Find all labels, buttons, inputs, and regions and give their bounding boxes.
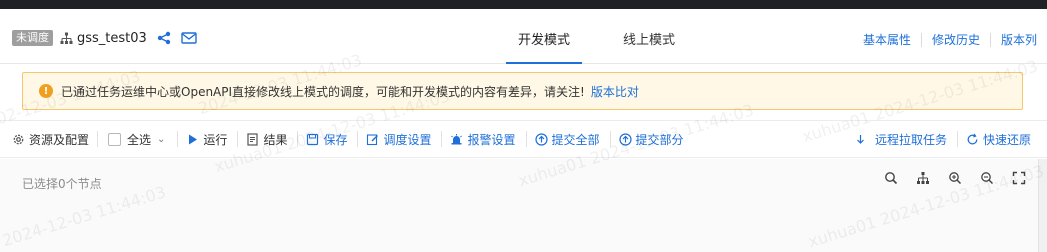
select-all-checkbox[interactable] [108,132,122,146]
save-button[interactable]: 保存 [306,131,347,148]
alarm-settings-label: 报警设置 [467,132,516,147]
share-icon[interactable] [157,31,171,45]
schedule-status-badge: 未调度 [12,30,53,46]
schedule-settings-button[interactable]: 调度设置 [366,131,431,148]
restore-icon [966,133,979,146]
version-list-link[interactable]: 版本列 [991,31,1047,48]
resource-config-button[interactable]: 资源及配置 [12,131,89,148]
upload-circle-icon [534,132,548,146]
selection-count: 已选择0个节点 [22,177,102,191]
canvas-toolbar [884,171,1044,185]
mail-icon[interactable] [181,31,197,45]
edit-icon [366,133,379,146]
save-label: 保存 [323,132,348,147]
chevron-down-icon: ⌄ [157,133,166,145]
quick-restore-button[interactable]: 快速还原 [966,131,1031,148]
divider [357,131,359,147]
divider [177,131,179,147]
divider [297,131,299,147]
remote-pull-button[interactable]: 远程拉取任务 [854,131,947,148]
divider [609,131,611,147]
submit-part-button[interactable]: 提交部分 [618,131,684,148]
divider [441,131,443,147]
select-all-label: 全选 [127,132,152,147]
tree-layout-icon[interactable] [916,171,930,185]
dag-canvas[interactable]: 已选择0个节点 [0,159,1047,252]
editor-toolbar: 资源及配置 全选 ⌄ 运行 结果 保存 调度设置 报警设置 提交全部 提交部分 … [0,120,1047,158]
zoom-in-icon[interactable] [948,171,962,185]
submit-all-label: 提交全部 [551,132,600,147]
submit-part-label: 提交部分 [635,132,684,147]
modification-history-link[interactable]: 修改历史 [922,31,990,48]
divider [956,131,958,147]
select-all-dropdown[interactable]: 全选 ⌄ [108,131,165,148]
save-icon [306,133,319,146]
alarm-settings-button[interactable]: 报警设置 [450,131,516,148]
run-button[interactable]: 运行 [186,131,227,148]
task-header: 未调度 gss_test03 开发模式 线上模式 基本属性 修改历史 版本列 [0,9,1047,64]
remote-pull-label: 远程拉取任务 [874,132,947,147]
upload-circle-icon [618,132,632,146]
divider [237,131,239,147]
sync-warning-alert: ! 已通过任务运维中心或OpenAPI直接修改线上模式的调度，可能和开发模式的内… [22,72,1023,110]
document-icon [246,132,259,146]
tab-online-mode[interactable]: 线上模式 [623,29,675,65]
submit-all-button[interactable]: 提交全部 [534,131,600,148]
run-label: 运行 [203,132,228,147]
alarm-icon [450,133,463,146]
gear-icon [12,133,25,146]
result-label: 结果 [263,132,288,147]
alert-message: 已通过任务运维中心或OpenAPI直接修改线上模式的调度，可能和开发模式的内容有… [61,84,585,99]
play-icon [186,133,199,146]
canvas-scrollbar[interactable] [1038,159,1047,252]
quick-restore-label: 快速还原 [982,132,1031,147]
schedule-settings-label: 调度设置 [383,132,432,147]
divider [97,131,99,147]
fullscreen-icon[interactable] [1012,171,1026,185]
tab-dev-mode[interactable]: 开发模式 [505,29,583,65]
result-button[interactable]: 结果 [246,131,287,148]
zoom-out-icon[interactable] [980,171,994,185]
app-top-bar [0,0,1047,9]
header-links: 基本属性 修改历史 版本列 [853,31,1047,48]
basic-properties-link[interactable]: 基本属性 [853,31,921,48]
task-name: gss_test03 [77,30,147,46]
arrow-down-icon [854,133,867,146]
node-tree-icon [60,32,73,45]
version-compare-link[interactable]: 版本比对 [591,83,639,100]
warning-circle-icon: ! [39,84,53,98]
resource-config-label: 资源及配置 [29,132,90,147]
task-title-area: 未调度 gss_test03 [12,29,197,47]
divider [525,131,527,147]
search-icon[interactable] [884,171,898,185]
